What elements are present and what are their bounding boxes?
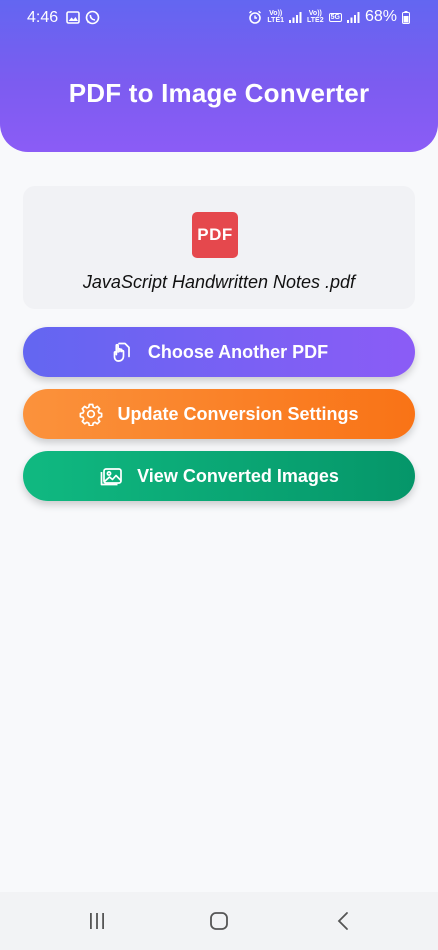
- app-header: 4:46 Vo)) LTE1 Vo)) LTE2 5G 68% PDF to I…: [0, 0, 438, 152]
- view-converted-images-label: View Converted Images: [137, 465, 339, 486]
- gear-icon: [80, 403, 103, 426]
- status-notification-icons: [66, 10, 100, 25]
- back-icon: [337, 912, 348, 930]
- battery-percentage: 68%: [364, 8, 397, 25]
- view-converted-images-button[interactable]: View Converted Images: [23, 451, 415, 501]
- update-conversion-settings-label: Update Conversion Settings: [117, 403, 359, 424]
- image-gallery-icon: [100, 468, 122, 486]
- home-icon: [210, 912, 228, 930]
- choose-another-pdf-label: Choose Another PDF: [147, 341, 329, 362]
- status-time: 4:46: [27, 9, 59, 26]
- status-system-icons: Vo)) LTE1 Vo)) LTE2 5G 68%: [248, 8, 410, 26]
- signal-strength-icon-2: [346, 12, 360, 23]
- selected-file-card: PDF JavaScript Handwritten Notes .pdf: [23, 186, 415, 309]
- system-navigation-bar: [0, 892, 438, 950]
- signal-strength-icon: [289, 12, 302, 23]
- hand-pointer-file-icon: [113, 342, 130, 362]
- network-5g-indicator: 5G: [328, 12, 342, 22]
- status-bar: 4:46 Vo)) LTE1 Vo)) LTE2 5G 68%: [0, 0, 438, 34]
- selected-file-name: JavaScript Handwritten Notes .pdf: [82, 272, 356, 292]
- recent-apps-icon: [90, 913, 104, 929]
- choose-another-pdf-button[interactable]: Choose Another PDF: [23, 327, 415, 377]
- battery-icon: [402, 10, 410, 24]
- back-button[interactable]: [328, 908, 358, 934]
- recent-apps-button[interactable]: [82, 908, 112, 934]
- update-conversion-settings-button[interactable]: Update Conversion Settings: [23, 389, 415, 439]
- gallery-notification-icon: [66, 11, 80, 24]
- whatsapp-notification-icon: [85, 10, 100, 25]
- sim2-volte-indicator: Vo)) LTE2: [307, 10, 324, 24]
- page-title: PDF to Image Converter: [68, 78, 370, 108]
- home-button[interactable]: [204, 908, 234, 934]
- pdf-file-icon: PDF: [192, 212, 238, 258]
- sim1-volte-indicator: Vo)) LTE1: [267, 10, 285, 24]
- alarm-icon: [249, 10, 262, 24]
